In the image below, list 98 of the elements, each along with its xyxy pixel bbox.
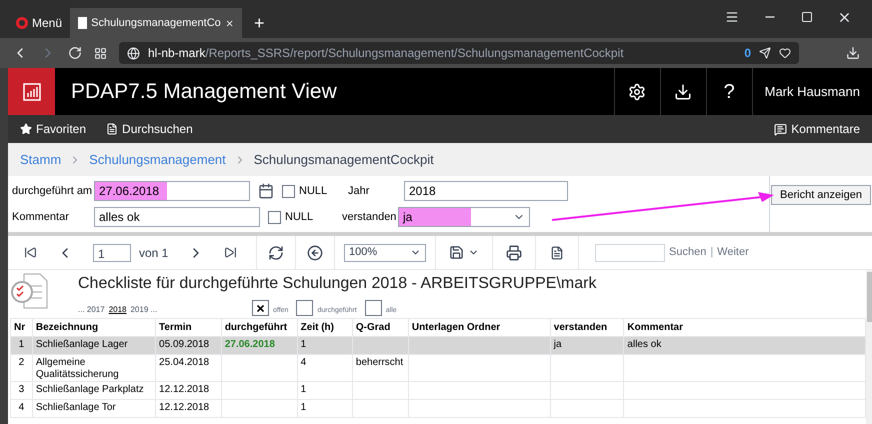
column-header: durchgeführt [221,318,298,336]
new-tab-button[interactable]: + [242,8,277,38]
save-icon [449,245,464,260]
search-link[interactable]: Suchen [669,244,706,261]
menu-button[interactable]: Menü [32,14,62,32]
page-field[interactable]: 1 [93,244,131,262]
table-row[interactable]: 4 Schließanlage Tor 12.12.2018 1 [10,400,866,418]
filter-checkbox[interactable] [296,300,314,316]
reload-icon[interactable] [68,46,82,60]
table-cell: 1 [18,339,24,350]
table-row[interactable]: 2 Allgemeine Qualitätssicherung 25.04.2018 4 beherrscht [10,354,866,382]
dropdown-field[interactable]: ja [398,207,530,227]
first-page-icon[interactable] [24,246,37,259]
breadcrumb-link[interactable]: Schulungsmanagement [89,150,226,170]
table-cell: 12.12.2018 [159,384,210,395]
refresh-icon[interactable] [268,244,284,260]
table-cell: Schließanlage Parkplatz [36,384,144,395]
document-icon [106,123,118,135]
comments-link[interactable]: Kommentare [774,120,860,138]
opera-logo-icon[interactable] [16,17,28,29]
table-cell: 4 [18,402,24,413]
field-label: durchgeführt am [12,184,94,199]
table-cell: Schließanlage Lager [36,339,128,350]
filter-checkbox[interactable] [364,300,382,316]
breadcrumb-current: SchulungsmanagementCockpit [254,150,434,169]
next-link[interactable]: Weiter [717,244,749,261]
heart-icon[interactable] [779,47,791,59]
year-link[interactable]: 2018 [108,304,126,316]
column-header: Nr [10,318,32,336]
separator: | [710,245,714,260]
table-cell: 1 [300,384,306,395]
null-label: NULL [299,184,328,199]
back-icon[interactable] [307,244,323,260]
table-cell: 1 [300,339,306,350]
null-checkbox[interactable] [282,184,295,198]
speed-dial-icon[interactable] [94,46,107,60]
column-header: Bezeichnung [32,318,156,336]
table-cell: 25.04.2018 [159,357,210,368]
table-cell: 3 [18,384,24,395]
table-cell: 27.06.2018 [224,339,275,350]
last-page-icon[interactable] [224,246,238,259]
table-cell: 2 [18,357,24,368]
tab-title: SchulungsmanagementCo [91,16,221,31]
table-cell: alles ok [627,339,662,350]
table-cell: Allgemeine Qualitätssicherung [36,357,119,380]
column-header: Unterlagen Ordner [408,318,550,336]
calendar-icon[interactable] [258,183,274,199]
send-icon[interactable] [759,47,771,59]
table-cell: 1 [300,402,306,413]
save-menu-button[interactable] [449,245,479,260]
field-label: Kommentar [12,210,70,225]
x-mark-icon [257,304,264,312]
field-label: verstanden [342,210,398,225]
table-cell: 12.12.2018 [159,402,210,413]
settings-icon [628,82,646,100]
report-icon [78,17,88,29]
filter-checkbox[interactable] [252,300,269,316]
print-icon[interactable] [506,244,522,260]
year-link[interactable]: 2019 ... [130,304,158,316]
view-report-button[interactable]: Bericht anzeigen [771,185,871,205]
download-icon [674,82,692,100]
table-cell: Schließanlage Tor [36,402,116,413]
menu-icon[interactable] [725,10,739,24]
browse-link[interactable]: Durchsuchen [106,120,193,138]
maximize-icon[interactable] [801,11,813,23]
input-field[interactable]: 2018 [404,181,568,201]
globe-icon [127,46,140,60]
null-checkbox[interactable] [268,210,281,224]
favorites-link[interactable]: Favoriten [20,120,86,138]
breadcrumb-link[interactable]: Stamm [20,150,62,170]
field-label: Jahr [348,184,370,199]
input-field[interactable]: 27.06.2018 [94,181,250,201]
blocked-count: 0 [744,45,751,62]
zoom-dropdown[interactable]: 100% [344,244,426,262]
star-icon [20,123,32,135]
table-row[interactable]: 3 Schließanlage Parkplatz 12.12.2018 1 [10,382,866,400]
table-cell: 4 [300,357,306,368]
input-field[interactable]: alles ok [94,207,260,227]
column-header: Kommentar [624,318,866,336]
table-row[interactable]: 1 Schließanlage Lager 05.09.2018 27.06.2018 1 ja alles ok [10,336,866,354]
download-icon[interactable] [846,46,860,60]
url-text: hl-nb-mark/Reports_SSRS/report/Schulungsmanagement/SchulungsmanagementCockpit [148,45,625,62]
app-logo[interactable] [8,68,55,115]
year-link[interactable]: ... 2017 [78,304,105,316]
address-field[interactable]: hl-nb-mark/Reports_SSRS/report/Schulungsmanagement/SchulungsmanagementCockpit 0 [119,42,799,64]
table-cell: ja [554,339,562,350]
browser-tab[interactable]: SchulungsmanagementCo [70,8,242,38]
report-title: Checkliste für durchgeführte Schulungen 2018 - ARBEITSGRUPPE\mark [78,274,598,294]
scrollbar-thumb[interactable] [866,272,872,322]
chart-icon [22,82,40,100]
data-feed-icon[interactable] [550,246,564,260]
comment-icon [774,122,788,136]
search-field[interactable] [595,244,665,262]
null-label: NULL [285,210,314,225]
table-cell: beherrscht [356,357,404,368]
table-cell: 05.09.2018 [159,339,210,350]
page-count: von 1 [139,244,168,262]
app-title: PDAP7.5 Management View [71,78,338,105]
